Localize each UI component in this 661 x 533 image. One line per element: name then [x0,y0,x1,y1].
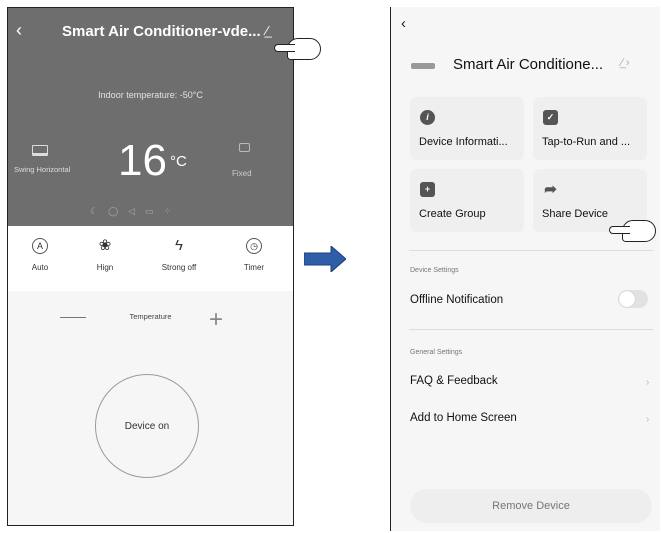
mode-timer[interactable]: ◷ Timer [224,238,284,272]
chevron-right-icon: › [646,414,650,425]
remove-device-button[interactable]: Remove Device [410,489,652,523]
swing-label: Swing Horizontal [14,165,71,174]
card-label: Create Group [419,208,486,220]
card-label: Tap-to-Run and ... [542,136,631,148]
clock-icon: ◷ [246,238,262,254]
auto-icon: A [32,238,48,254]
temperature-unit: °C [170,153,187,170]
add-to-home-screen-item[interactable]: Add to Home Screen [410,412,517,424]
fixed-label: Fixed [232,169,252,178]
fan-icon: ❀ [98,237,112,254]
bolt-icon: ϟ [175,237,183,254]
increase-temperature-button[interactable]: + [209,306,223,334]
mode-label: Timer [243,263,265,272]
create-group-card[interactable]: + Create Group [410,169,524,232]
temperature-value: 16 [118,136,167,185]
divider [409,329,653,330]
check-shield-icon: ✓ [543,110,558,125]
info-icon: i [420,110,435,125]
edit-icon[interactable]: ∕̲ [266,23,268,38]
share-icon: ➦ [544,181,557,198]
device-settings-screen: ‹ Smart Air Conditione... ∕̲ › i Device … [390,7,660,531]
mode-bar: A Auto ❀ Hign ϟ Strong off ◷ Timer [8,226,293,291]
edit-icon[interactable]: ∕̲ › [621,57,630,69]
arrow-right-icon [304,246,346,272]
chevron-right-icon: › [646,377,650,388]
card-label: Device Informati... [419,136,508,148]
card-label: Share Device [542,208,609,220]
device-information-card[interactable]: i Device Informati... [410,97,524,160]
hand-pointer-icon [609,220,656,242]
page-title: Smart Air Conditioner-vde... [62,23,261,40]
faq-feedback-item[interactable]: FAQ & Feedback [410,375,498,387]
mode-label: Strong off [161,263,197,272]
status-icons-row: ☾◯◁▭⁘ [90,206,182,216]
mode-auto[interactable]: A Auto [10,238,70,272]
power-button[interactable]: Device on [95,374,199,478]
general-settings-header: General Settings [410,349,463,356]
divider [409,250,653,251]
swing-horizontal-icon[interactable] [32,145,48,156]
offline-notification-label: Offline Notification [410,294,504,306]
offline-notification-toggle[interactable] [618,290,648,308]
mode-fan-speed[interactable]: ❀ Hign [75,237,135,273]
add-group-icon: + [420,182,435,197]
device-thumbnail [411,63,435,69]
back-button[interactable]: ‹ [16,20,22,41]
device-name: Smart Air Conditione... [453,56,604,73]
hand-pointer-icon [274,38,321,60]
temperature-label: Temperature [129,312,172,321]
ac-status-panel: ‹ Smart Air Conditioner-vde... ∕̲ Indoor… [8,8,293,226]
device-settings-header: Device Settings [410,267,459,274]
back-button[interactable]: ‹ [401,15,406,32]
ac-control-screen: ‹ Smart Air Conditioner-vde... ∕̲ Indoor… [7,7,294,526]
mode-label: Auto [31,263,49,272]
indoor-temperature: Indoor temperature: -50°C [98,90,203,100]
temperature-control: Temperature + [8,298,293,338]
tap-to-run-card[interactable]: ✓ Tap-to-Run and ... [533,97,647,160]
mode-label: Hign [96,263,114,272]
mode-strong[interactable]: ϟ Strong off [149,237,209,273]
fixed-icon[interactable] [239,143,250,152]
